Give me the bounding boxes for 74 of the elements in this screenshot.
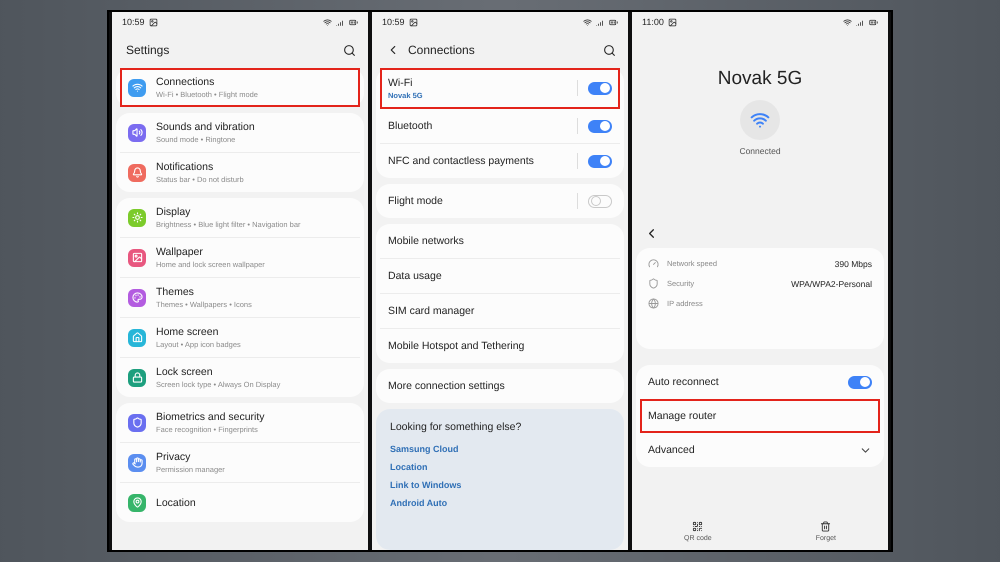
wifi-signal-icon	[583, 18, 592, 26]
suggestions-heading: Looking for something else?	[390, 421, 522, 433]
globe-icon	[648, 298, 659, 309]
screen-title: Connections	[408, 43, 476, 57]
item-title: Biometrics and security	[156, 411, 266, 423]
settings-item[interactable]: NFC and contactless payments	[380, 144, 620, 178]
item-title: Location	[156, 496, 197, 508]
qr-code-icon	[692, 521, 704, 532]
suggestion-link[interactable]: Samsung Cloud	[390, 444, 610, 454]
item-title: Bluetooth	[388, 120, 434, 132]
item-title: Notifications	[156, 161, 214, 173]
settings-item[interactable]: Flight mode	[380, 184, 620, 218]
image-icon	[668, 18, 677, 26]
settings-item[interactable]: Mobile Hotspot and Tethering	[380, 329, 620, 363]
item-title: Connections	[156, 76, 216, 88]
item-title: Display	[156, 206, 192, 218]
settings-item[interactable]: Advanced	[640, 433, 880, 467]
toggle-switch[interactable]	[848, 376, 872, 388]
trash-icon	[820, 521, 832, 532]
item-title: Mobile Hotspot and Tethering	[388, 340, 526, 352]
toggle-switch[interactable]	[588, 154, 612, 168]
item-title: Data usage	[388, 270, 443, 282]
info-value: 390 Mbps	[834, 258, 872, 268]
settings-item[interactable]: More connection settings	[380, 369, 620, 403]
image-icon	[408, 18, 418, 26]
item-title: NFC and contactless payments	[388, 155, 535, 167]
settings-item[interactable]: SIM card manager	[380, 294, 620, 329]
item-title: More connection settings	[388, 380, 506, 392]
item-title: Wi-Fi	[388, 76, 414, 88]
toggle-switch[interactable]	[588, 82, 612, 94]
item-title: Manage router	[648, 410, 718, 422]
settings-item[interactable]: Mobile networks	[380, 224, 620, 259]
item-title: Privacy	[156, 451, 192, 463]
image-icon	[148, 18, 158, 26]
suggestion-link[interactable]: Link to Windows	[390, 480, 610, 490]
item-title: Home screen	[156, 326, 220, 338]
wifi-signal-icon	[843, 18, 852, 26]
gauge-icon	[648, 258, 659, 269]
item-title: Mobile networks	[388, 235, 465, 247]
shield-icon	[648, 278, 659, 289]
suggestion-link[interactable]: Location	[390, 462, 610, 472]
item-title: Wallpaper	[156, 246, 204, 258]
battery-icon	[869, 18, 878, 26]
network-name: Novak 5G	[718, 68, 802, 90]
settings-item[interactable]: Manage router	[640, 399, 880, 433]
signal-icon	[596, 18, 605, 26]
item-title: Flight mode	[388, 195, 444, 207]
settings-item[interactable]: Data usage	[380, 259, 620, 294]
screen-title: Settings	[126, 43, 170, 57]
signal-icon	[856, 18, 865, 26]
suggestion-link[interactable]: Android Auto	[390, 498, 610, 508]
signal-icon	[336, 18, 345, 26]
info-value: WPA/WPA2-Personal	[791, 278, 872, 288]
item-title: SIM card manager	[388, 305, 476, 317]
settings-item[interactable]: Bluetooth	[380, 109, 620, 144]
connection-status: Connected	[739, 146, 781, 156]
item-title: Auto reconnect	[648, 376, 720, 388]
wifi-badge	[740, 100, 780, 140]
status-time: 11:00	[642, 17, 664, 27]
item-title: Sounds and vibration	[156, 121, 256, 133]
status-time: 10:59	[382, 17, 405, 27]
settings-item[interactable]: Location	[120, 483, 360, 522]
settings-item[interactable]: Auto reconnect	[640, 365, 880, 399]
item-title: Themes	[156, 286, 195, 298]
toggle-switch[interactable]	[588, 194, 612, 208]
status-time: 10:59	[122, 17, 145, 27]
wifi-signal-icon	[323, 18, 332, 26]
battery-icon	[349, 18, 358, 26]
item-title: Lock screen	[156, 366, 214, 378]
toggle-switch[interactable]	[588, 120, 612, 132]
search-icon	[603, 44, 616, 56]
battery-icon	[609, 18, 618, 26]
item-title: Advanced	[648, 444, 696, 456]
search-icon	[343, 44, 356, 56]
